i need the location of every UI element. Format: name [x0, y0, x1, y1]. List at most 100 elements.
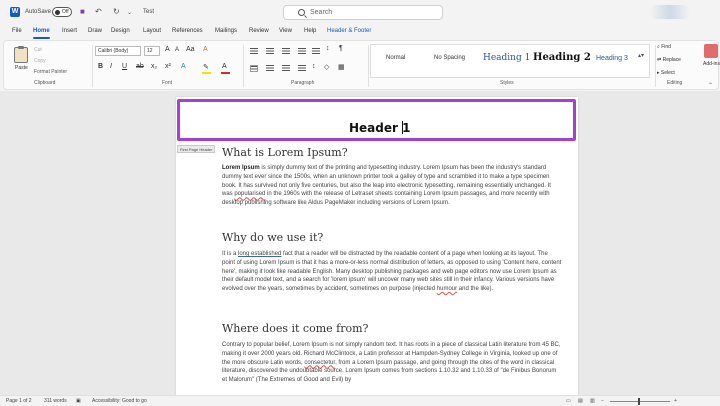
format-painter-button[interactable]: Format Painter — [34, 69, 67, 75]
section-heading[interactable]: Why do we use it? — [222, 231, 323, 244]
autosave-toggle[interactable]: Off — [52, 7, 72, 17]
font-group-label: Font — [162, 80, 173, 86]
font-size-select[interactable]: 12 — [144, 46, 160, 56]
subscript-button[interactable]: x₂ — [151, 63, 157, 70]
tab-review[interactable]: Review — [249, 28, 269, 34]
replace-button[interactable]: ⇄ Replace — [657, 57, 681, 63]
multilevel-list-icon[interactable] — [282, 48, 290, 55]
find-button[interactable]: ⌕ Find — [657, 44, 671, 50]
page-count[interactable]: Page 1 of 2 — [6, 398, 32, 404]
superscript-button[interactable]: x² — [165, 63, 171, 70]
text-effects-icon[interactable]: A — [181, 63, 186, 70]
zoom-in-icon[interactable]: + — [674, 398, 677, 404]
body-text: and the like). — [457, 286, 494, 293]
strikethrough-button[interactable]: ab — [136, 63, 144, 70]
proofing-icon[interactable]: ▣ — [76, 398, 81, 404]
tab-insert[interactable]: Insert — [62, 28, 77, 34]
tab-header-footer[interactable]: Header & Footer — [327, 28, 371, 34]
justify-icon[interactable] — [298, 65, 306, 72]
spelling-flag[interactable]: consectetur — [304, 360, 335, 366]
section-paragraph[interactable]: Lorem Ipsum is simply dummy text of the … — [222, 164, 562, 208]
zoom-slider[interactable] — [610, 401, 670, 402]
zoom-out-icon[interactable]: − — [601, 398, 604, 404]
undo-icon[interactable]: ↶ — [95, 7, 102, 16]
section-heading[interactable]: What is Lorem Ipsum? — [222, 146, 348, 159]
document-title[interactable]: Test — [143, 9, 154, 15]
increase-indent-icon[interactable] — [312, 48, 320, 55]
style-no-spacing[interactable]: No Spacing — [434, 55, 465, 61]
numbering-icon[interactable] — [266, 48, 274, 55]
read-mode-icon[interactable]: ▤ — [578, 398, 583, 404]
underline-button[interactable]: U — [122, 63, 127, 70]
first-page-header-tag: First Page Header — [177, 145, 216, 153]
save-icon[interactable]: ■ — [80, 7, 85, 16]
shading-icon[interactable]: ◇ — [324, 63, 329, 71]
clipboard-group-label: Clipboard — [34, 80, 56, 86]
tab-design[interactable]: Design — [111, 28, 130, 34]
add-ins-icon[interactable] — [704, 44, 718, 58]
account-area[interactable] — [650, 5, 690, 19]
print-layout-icon[interactable]: ▥ — [590, 398, 595, 404]
find-label: Find — [661, 44, 671, 50]
shrink-font-icon[interactable]: A — [175, 47, 179, 53]
font-color-swatch — [221, 72, 230, 74]
collapse-ribbon-icon[interactable]: ⌃ — [708, 82, 713, 89]
line-spacing-icon[interactable]: ↕ — [312, 63, 316, 70]
change-case-icon[interactable]: Aa — [186, 46, 195, 53]
align-left-icon[interactable] — [250, 65, 258, 72]
section-paragraph[interactable]: It is a long established fact that a rea… — [222, 250, 562, 294]
focus-icon[interactable]: ▭ — [566, 398, 571, 404]
text-cursor — [402, 121, 403, 134]
spelling-flag[interactable]: popularised — [234, 191, 265, 197]
tab-draw[interactable]: Draw — [88, 28, 102, 34]
autosave-label: AutoSave — [25, 9, 52, 15]
ribbon-divider — [368, 45, 369, 87]
tab-file[interactable]: File — [12, 28, 22, 34]
bold-button[interactable]: B — [98, 63, 103, 70]
search-placeholder: Search — [310, 9, 333, 16]
zoom-slider-thumb[interactable] — [638, 398, 640, 405]
style-heading-3[interactable]: Heading 3 — [596, 55, 628, 62]
paste-icon[interactable] — [14, 46, 28, 63]
spelling-flag[interactable]: humour — [437, 286, 457, 292]
borders-icon[interactable]: ▦ — [338, 63, 345, 71]
style-normal[interactable]: Normal — [386, 55, 405, 61]
clear-format-icon[interactable]: A — [203, 46, 208, 53]
replace-label: Replace — [662, 57, 681, 63]
grammar-flag[interactable]: long established — [238, 251, 281, 257]
cut-button[interactable]: Cut — [34, 47, 42, 53]
italic-button[interactable]: I — [110, 63, 112, 70]
select-button[interactable]: ▸ Select — [657, 70, 675, 76]
autosave-state: Off — [62, 9, 69, 15]
section-paragraph[interactable]: Contrary to popular belief, Lorem Ipsum … — [222, 341, 562, 394]
style-heading-2[interactable]: Heading 2 — [533, 52, 591, 63]
show-formatting-button[interactable]: ¶ — [339, 45, 343, 52]
tab-references[interactable]: References — [172, 28, 203, 34]
quick-access-menu-icon[interactable]: ⌄ — [127, 9, 132, 16]
word-count[interactable]: 311 words — [44, 398, 67, 404]
grow-font-icon[interactable]: A — [165, 46, 170, 53]
font-color-button[interactable]: A — [222, 63, 227, 70]
add-ins-button[interactable]: Add-ins — [703, 61, 720, 67]
copy-button[interactable]: Copy — [34, 58, 46, 64]
tab-layout[interactable]: Layout — [143, 28, 161, 34]
search-box[interactable]: Search — [283, 5, 443, 20]
styles-scroll-icon[interactable]: ▴▾ — [638, 52, 644, 59]
ribbon-divider — [243, 45, 244, 87]
font-name-select[interactable]: Calibri (Body) — [95, 46, 141, 56]
section-heading[interactable]: Where does it come from? — [222, 322, 368, 335]
sort-icon[interactable]: ↕ — [326, 45, 330, 52]
highlight-icon[interactable]: ✎ — [203, 63, 209, 71]
tab-view[interactable]: View — [279, 28, 292, 34]
tab-help[interactable]: Help — [304, 28, 316, 34]
tab-home[interactable]: Home — [33, 28, 50, 39]
tab-mailings[interactable]: Mailings — [215, 28, 237, 34]
align-center-icon[interactable] — [266, 65, 274, 72]
style-heading-1[interactable]: Heading 1 — [483, 53, 530, 63]
accessibility-status[interactable]: Accessibility: Good to go — [92, 398, 147, 404]
align-right-icon[interactable] — [282, 65, 290, 72]
bullets-icon[interactable] — [250, 48, 258, 55]
redo-icon[interactable]: ↻ — [113, 7, 120, 16]
paste-button[interactable]: Paste — [15, 65, 28, 71]
decrease-indent-icon[interactable] — [298, 48, 306, 55]
